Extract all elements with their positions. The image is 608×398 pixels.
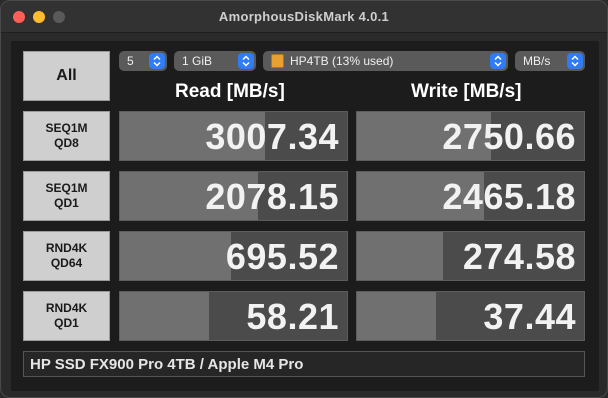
write-result-cell: 274.58 — [356, 231, 585, 281]
read-progress-fill — [120, 292, 209, 340]
chevron-updown-icon — [149, 53, 165, 69]
write-value: 37.44 — [483, 296, 576, 337]
chevron-updown-icon — [567, 53, 583, 69]
drive-icon — [271, 54, 284, 68]
read-result-cell: 695.52 — [119, 231, 348, 281]
app-window: AmorphousDiskMark 4.0.1 All 5 1 GiB HP4T… — [0, 0, 608, 398]
write-header: Write [MB/s] — [411, 81, 522, 102]
write-progress-fill — [357, 232, 444, 280]
read-value: 3007.34 — [205, 116, 339, 157]
seq1m-qd1-button[interactable]: SEQ1M QD1 — [23, 171, 110, 221]
write-value: 2750.66 — [442, 116, 576, 157]
row-label-line1: RND4K — [45, 241, 88, 255]
test-count-select[interactable]: 5 — [119, 51, 167, 71]
write-result-cell: 37.44 — [356, 291, 585, 341]
seq1m-qd8-button[interactable]: SEQ1M QD8 — [23, 111, 110, 161]
unit-select[interactable]: MB/s — [515, 51, 585, 71]
read-value: 695.52 — [225, 236, 339, 277]
drive-select[interactable]: HP4TB (13% used) — [263, 51, 508, 71]
read-result-cell: 2078.15 — [119, 171, 348, 221]
row-label-line1: SEQ1M — [45, 181, 88, 195]
row-label-line1: SEQ1M — [45, 121, 88, 135]
read-header: Read [MB/s] — [175, 81, 285, 102]
test-count-value: 5 — [127, 54, 134, 68]
rnd4k-qd1-button[interactable]: RND4K QD1 — [23, 291, 110, 341]
write-result-cell: 2750.66 — [356, 111, 585, 161]
read-value: 2078.15 — [205, 176, 339, 217]
read-progress-fill — [120, 232, 232, 280]
test-size-select[interactable]: 1 GiB — [174, 51, 256, 71]
drive-value: HP4TB (13% used) — [290, 54, 394, 68]
chevron-updown-icon — [490, 53, 506, 69]
read-result-cell: 58.21 — [119, 291, 348, 341]
read-value: 58.21 — [246, 296, 339, 337]
row-label-line2: QD64 — [50, 256, 83, 270]
all-button[interactable]: All — [23, 51, 110, 101]
row-label-line2: QD1 — [54, 196, 79, 210]
read-result-cell: 3007.34 — [119, 111, 348, 161]
window-title: AmorphousDiskMark 4.0.1 — [218, 9, 390, 24]
write-progress-fill — [357, 292, 437, 340]
write-value: 2465.18 — [442, 176, 576, 217]
title-bar[interactable]: AmorphousDiskMark 4.0.1 — [1, 1, 607, 33]
row-label-line1: RND4K — [45, 301, 88, 315]
test-size-value: 1 GiB — [182, 54, 213, 68]
rnd4k-qd64-button[interactable]: RND4K QD64 — [23, 231, 110, 281]
comment-field[interactable]: HP SSD FX900 Pro 4TB / Apple M4 Pro — [23, 351, 585, 377]
chevron-updown-icon — [238, 53, 254, 69]
write-result-cell: 2465.18 — [356, 171, 585, 221]
write-value: 274.58 — [462, 236, 576, 277]
unit-value: MB/s — [523, 54, 551, 68]
row-label-line2: QD1 — [54, 316, 79, 330]
row-label-line2: QD8 — [54, 136, 79, 150]
